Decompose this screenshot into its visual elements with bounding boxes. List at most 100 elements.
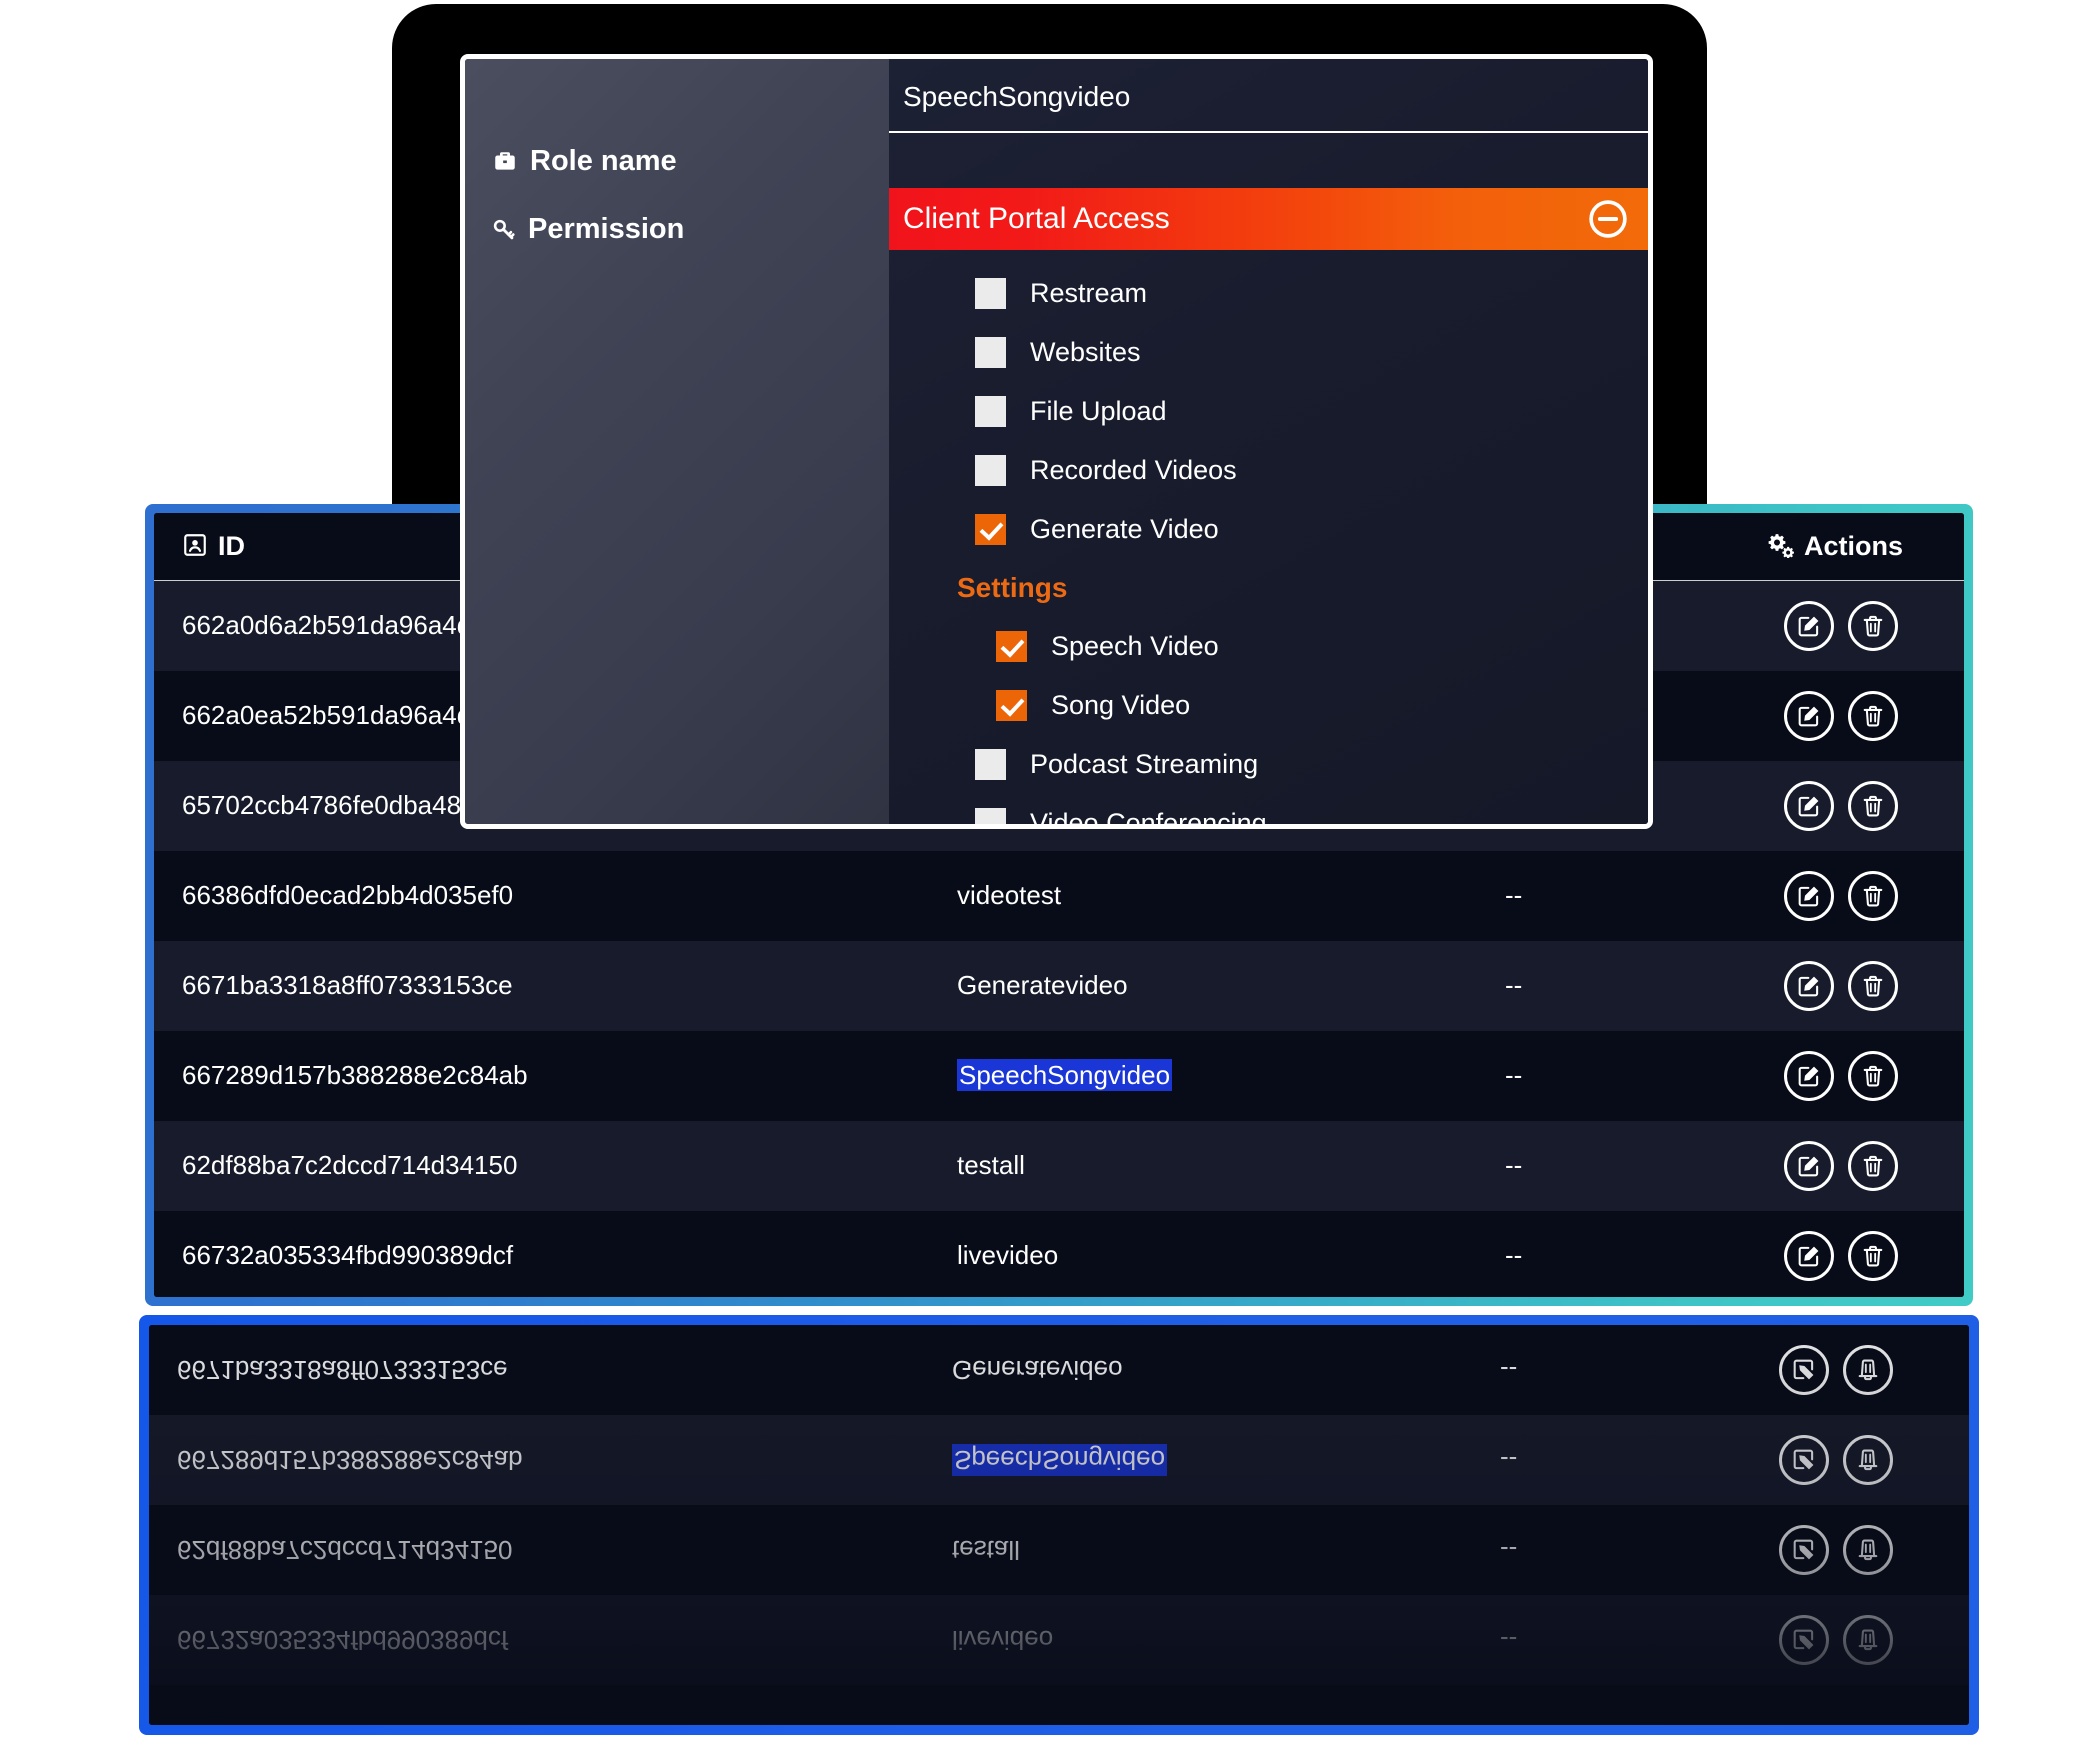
edit-row-button[interactable] xyxy=(1784,1230,1834,1281)
pencil-square-icon xyxy=(1796,1243,1822,1269)
row-actions xyxy=(1770,600,1964,651)
delete-row-button[interactable] xyxy=(1848,690,1898,741)
delete-row-button[interactable] xyxy=(1848,600,1898,651)
delete-row-button[interactable] xyxy=(1843,1435,1893,1485)
selected-role-name[interactable]: SpeechSongvideo xyxy=(957,1059,1173,1091)
checkbox-song-video[interactable] xyxy=(996,690,1027,721)
cell-extra: -- xyxy=(1505,1060,1523,1090)
pencil-square-icon xyxy=(1796,1153,1822,1179)
reflection-table-row[interactable]: 667289d157b388288e2c84ab SpeechSongvideo -… xyxy=(149,1415,1969,1505)
reflection-cell-actions xyxy=(1737,1595,1969,1685)
permission-row-recorded-videos[interactable]: Recorded Videos xyxy=(889,441,1648,500)
checkbox-speech-video[interactable] xyxy=(996,631,1027,662)
delete-row-button[interactable] xyxy=(1848,960,1898,1011)
role-name-text[interactable]: livevideo xyxy=(957,1240,1058,1270)
checkbox-file-upload[interactable] xyxy=(975,396,1006,427)
permission-row-generate-video[interactable]: Generate Video xyxy=(889,500,1648,559)
permission-label-speech-video: Speech Video xyxy=(1051,631,1219,661)
role-name-text[interactable]: videotest xyxy=(957,880,1061,910)
checkbox-podcast-streaming[interactable] xyxy=(975,749,1006,780)
checkbox-generate-video[interactable] xyxy=(975,514,1006,545)
delete-row-button[interactable] xyxy=(1848,870,1898,921)
table-row[interactable]: 667289d157b388288e2c84ab SpeechSongvideo -… xyxy=(154,1030,1964,1121)
edit-row-button[interactable] xyxy=(1779,1615,1829,1665)
delete-row-button[interactable] xyxy=(1848,1050,1898,1101)
reflection-table: 66732a035334fbd990389dcf livevideo -- 62df8… xyxy=(149,1325,1969,1685)
checkbox-video-conferencing[interactable] xyxy=(975,808,1006,824)
cell-name: Generatevideo xyxy=(929,941,1477,1031)
permission-row-song-video[interactable]: Song Video xyxy=(889,676,1648,735)
cell-extra: -- xyxy=(1505,880,1523,910)
settings-section-heading: Settings xyxy=(957,572,1068,603)
permission-row-file-upload[interactable]: File Upload xyxy=(889,382,1648,441)
role-name-label: Role name xyxy=(465,145,889,178)
edit-row-button[interactable] xyxy=(1779,1345,1829,1395)
permission-row-video-conferencing[interactable]: Video Conferencing xyxy=(889,794,1648,829)
briefcase-icon xyxy=(491,149,519,175)
row-actions xyxy=(1765,1435,1969,1485)
row-actions xyxy=(1770,690,1964,741)
reflection-table-row[interactable]: 66732a035334fbd990389dcf livevideo -- xyxy=(149,1595,1969,1685)
permission-row-restream[interactable]: Restream xyxy=(889,264,1648,323)
delete-row-button[interactable] xyxy=(1848,1230,1898,1281)
edit-row-button[interactable] xyxy=(1784,1050,1834,1101)
row-actions xyxy=(1770,1230,1964,1281)
column-header-actions-label: Actions xyxy=(1804,531,1904,561)
reflection-role-name-text[interactable]: testall xyxy=(952,1536,1020,1566)
roles-table-reflection-panel: 66732a035334fbd990389dcf livevideo -- 62df8… xyxy=(139,1315,1979,1735)
delete-row-button[interactable] xyxy=(1843,1615,1893,1665)
delete-row-button[interactable] xyxy=(1848,1140,1898,1191)
table-row[interactable]: 6671ba3318a8ff07333153ce Generatevideo -- xyxy=(154,940,1964,1031)
edit-row-button[interactable] xyxy=(1784,690,1834,741)
table-row[interactable]: 66386dfd0ecad2bb4d035ef0 videotest -- xyxy=(154,850,1964,941)
column-header-actions[interactable]: Actions xyxy=(1742,513,1964,581)
trash-icon xyxy=(1860,703,1886,729)
permission-group-header[interactable]: Client Portal Access xyxy=(889,188,1648,250)
trash-icon xyxy=(1860,883,1886,909)
screenshot-stage: ID Actions 662a0d6a2b591da96a4d 662a0ea5… xyxy=(0,0,2090,1753)
checkbox-websites[interactable] xyxy=(975,337,1006,368)
permission-row-speech-video[interactable]: Speech Video xyxy=(889,617,1648,676)
permission-checkbox-list: Restream Websites File Upload Recorded Vide… xyxy=(889,264,1648,829)
edit-row-button[interactable] xyxy=(1784,870,1834,921)
delete-row-button[interactable] xyxy=(1848,780,1898,831)
reflection-role-name-text[interactable]: Generatevideo xyxy=(952,1356,1123,1386)
edit-row-button[interactable] xyxy=(1779,1525,1829,1575)
edit-row-button[interactable] xyxy=(1784,960,1834,1011)
permission-row-websites[interactable]: Websites xyxy=(889,323,1648,382)
id-card-icon xyxy=(182,532,208,558)
edit-row-button[interactable] xyxy=(1784,780,1834,831)
edit-row-button[interactable] xyxy=(1784,1140,1834,1191)
role-name-label-text: Role name xyxy=(530,145,677,177)
reflection-cell-actions xyxy=(1737,1505,1969,1595)
permission-row-podcast-streaming[interactable]: Podcast Streaming xyxy=(889,735,1648,794)
permission-label-generate-video: Generate Video xyxy=(1030,514,1219,544)
minus-circle-icon[interactable] xyxy=(1586,197,1630,241)
key-icon xyxy=(491,217,517,243)
reflection-cell-name: testall xyxy=(924,1505,1472,1595)
role-name-text[interactable]: testall xyxy=(957,1150,1025,1180)
table-row[interactable]: 66732a035334fbd990389dcf livevideo -- xyxy=(154,1210,1964,1297)
permission-label-video-conferencing: Video Conferencing xyxy=(1030,808,1267,829)
reflection-cell-actions xyxy=(1737,1325,1969,1415)
table-row[interactable]: 62df88ba7c2dccd714d34150 testall -- xyxy=(154,1120,1964,1211)
row-actions xyxy=(1770,780,1964,831)
edit-row-button[interactable] xyxy=(1784,600,1834,651)
checkbox-recorded-videos[interactable] xyxy=(975,455,1006,486)
permission-label-recorded-videos: Recorded Videos xyxy=(1030,455,1237,485)
reflection-table-row[interactable]: 62df88ba7c2dccd714d34150 testall -- xyxy=(149,1505,1969,1595)
role-name-text[interactable]: Generatevideo xyxy=(957,970,1128,1000)
checkbox-restream[interactable] xyxy=(975,278,1006,309)
delete-row-button[interactable] xyxy=(1843,1525,1893,1575)
reflection-table-body: 66732a035334fbd990389dcf livevideo -- 62df8… xyxy=(149,1325,1969,1685)
role-name-input[interactable] xyxy=(903,81,1603,113)
permission-label: Permission xyxy=(465,213,889,246)
reflection-role-name-text[interactable]: livevideo xyxy=(952,1626,1053,1656)
reflection-selected-role-name[interactable]: SpeechSongvideo xyxy=(952,1444,1168,1477)
reflection-table-row[interactable]: 6671ba3318a8ff07333153ce Generatevideo -- xyxy=(149,1325,1969,1415)
pencil-square-icon xyxy=(1796,703,1822,729)
edit-row-button[interactable] xyxy=(1779,1435,1829,1485)
trash-icon xyxy=(1860,1243,1886,1269)
cell-id: 66732a035334fbd990389dcf xyxy=(182,1240,514,1270)
delete-row-button[interactable] xyxy=(1843,1345,1893,1395)
